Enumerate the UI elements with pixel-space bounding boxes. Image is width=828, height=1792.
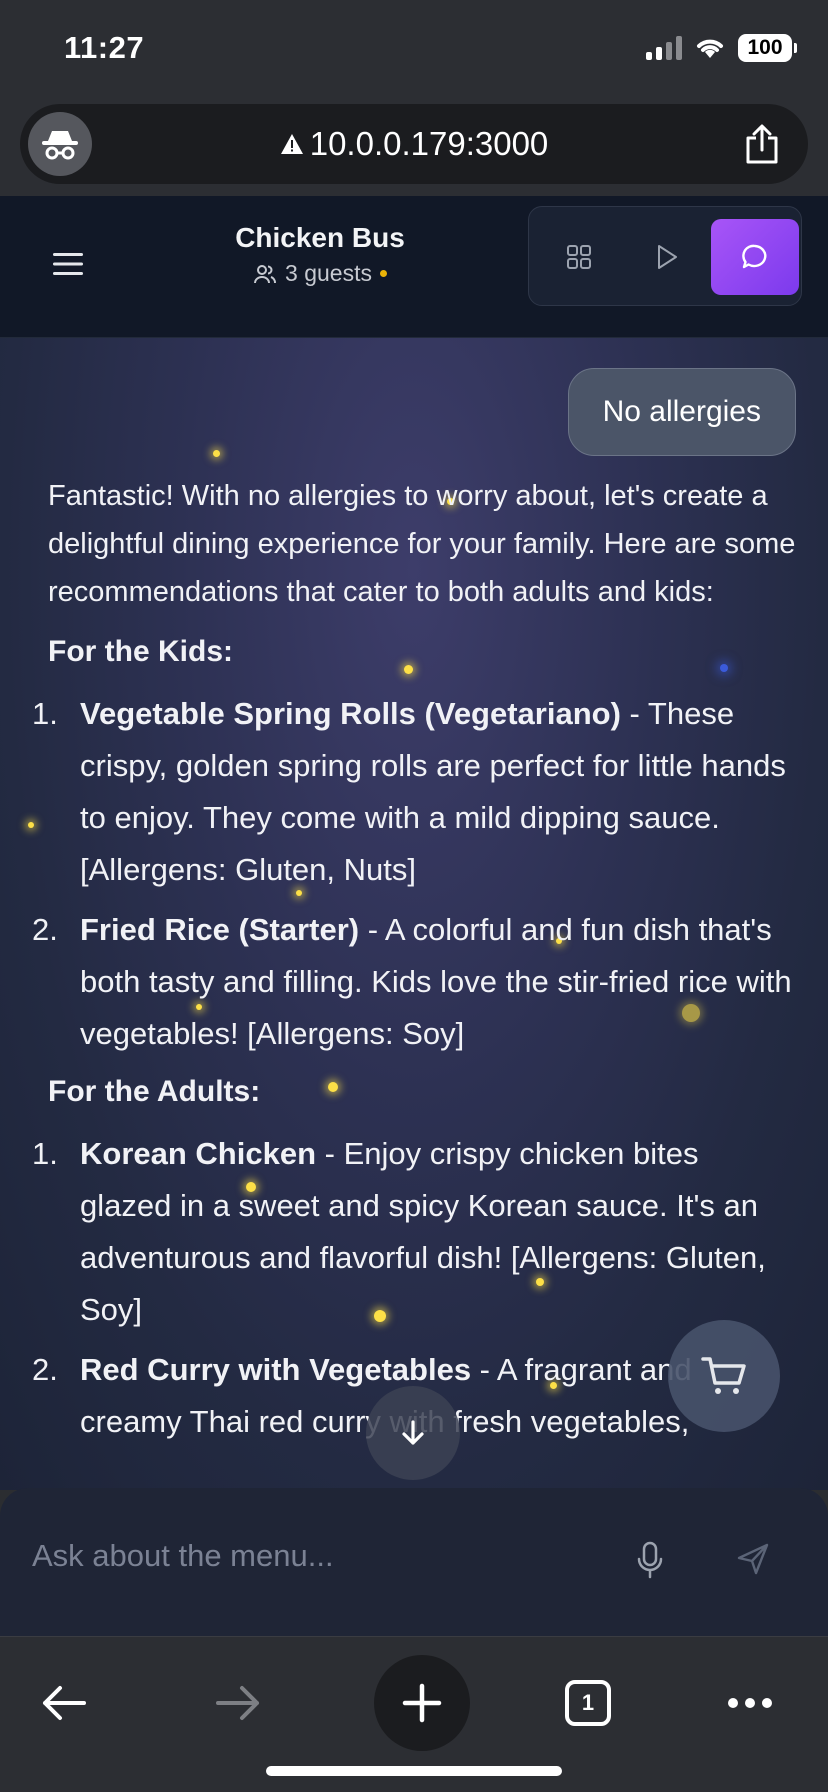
chat-icon[interactable] [711,219,799,295]
list-number: 1. [32,1136,58,1171]
share-icon[interactable] [738,120,786,168]
list-item: 2. Fried Rice (Starter) - A colorful and… [32,904,798,1060]
address-bar[interactable]: 10.0.0.179:3000 [20,104,808,184]
sparkle [213,450,220,457]
chat-input[interactable]: Ask about the menu... [32,1538,334,1574]
chat-input-panel: Ask about the menu... [0,1488,828,1636]
dish-name: Korean Chicken [80,1136,317,1171]
home-indicator [266,1766,562,1776]
new-tab-icon[interactable] [374,1655,470,1751]
list-item: 1. Korean Chicken - Enjoy crispy chicken… [32,1128,798,1336]
section-heading-adults: For the Adults: [48,1075,261,1108]
status-bar: 11:27 100 [0,0,828,96]
assistant-intro: Fantastic! With no allergies to worry ab… [48,480,796,608]
page-title: Chicken Bus [235,222,405,253]
url-label: 10.0.0.179:3000 [309,125,549,162]
chat-area[interactable]: No allergies Fantastic! With no allergie… [0,338,828,1490]
status-time: 11:27 [64,30,145,65]
assistant-message: Fantastic! With no allergies to worry ab… [32,472,798,1456]
cart-icon[interactable] [668,1320,780,1432]
guests-indicator[interactable]: 3 guests [200,260,440,287]
tab-count: 1 [565,1680,611,1726]
list-item: 1. Vegetable Spring Rolls (Vegetariano) … [32,688,798,896]
send-icon[interactable] [728,1534,778,1584]
url-text[interactable]: 10.0.0.179:3000 [20,125,808,163]
list-number: 1. [32,696,58,731]
warning-icon [280,134,303,154]
status-dot [379,270,387,277]
title-block: Chicken Bus 3 guests [200,222,440,287]
forward-arrow-icon[interactable] [198,1663,278,1743]
cellular-signal-icon [646,36,682,60]
status-icons: 100 [646,34,797,62]
microphone-icon[interactable] [628,1532,672,1588]
sparkle [28,822,34,828]
browser-address-area: 10.0.0.179:3000 [0,96,828,196]
more-options-icon[interactable] [710,1663,790,1743]
play-icon[interactable] [623,219,711,295]
list-number: 2. [32,1352,58,1387]
scroll-down-icon[interactable] [366,1386,460,1480]
dish-name: Fried Rice (Starter) [80,912,360,947]
user-message-bubble: No allergies [567,368,796,456]
dish-name: Vegetable Spring Rolls (Vegetariano) [80,696,621,731]
section-heading-kids: For the Kids: [48,635,233,668]
list-number: 2. [32,912,58,947]
app-header: Chicken Bus 3 guests [0,196,828,338]
tabs-button[interactable]: 1 [548,1663,628,1743]
guests-count: 3 guests [285,260,372,286]
back-arrow-icon[interactable] [24,1663,104,1743]
battery-icon: 100 [738,34,797,62]
hamburger-menu-icon[interactable] [46,242,90,286]
kids-list: 1. Vegetable Spring Rolls (Vegetariano) … [32,688,798,1060]
dish-name: Red Curry with Vegetables [80,1352,472,1387]
users-icon [254,264,277,283]
wifi-icon [697,39,723,58]
grid-view-icon[interactable] [535,219,623,295]
view-toggle [528,206,802,306]
